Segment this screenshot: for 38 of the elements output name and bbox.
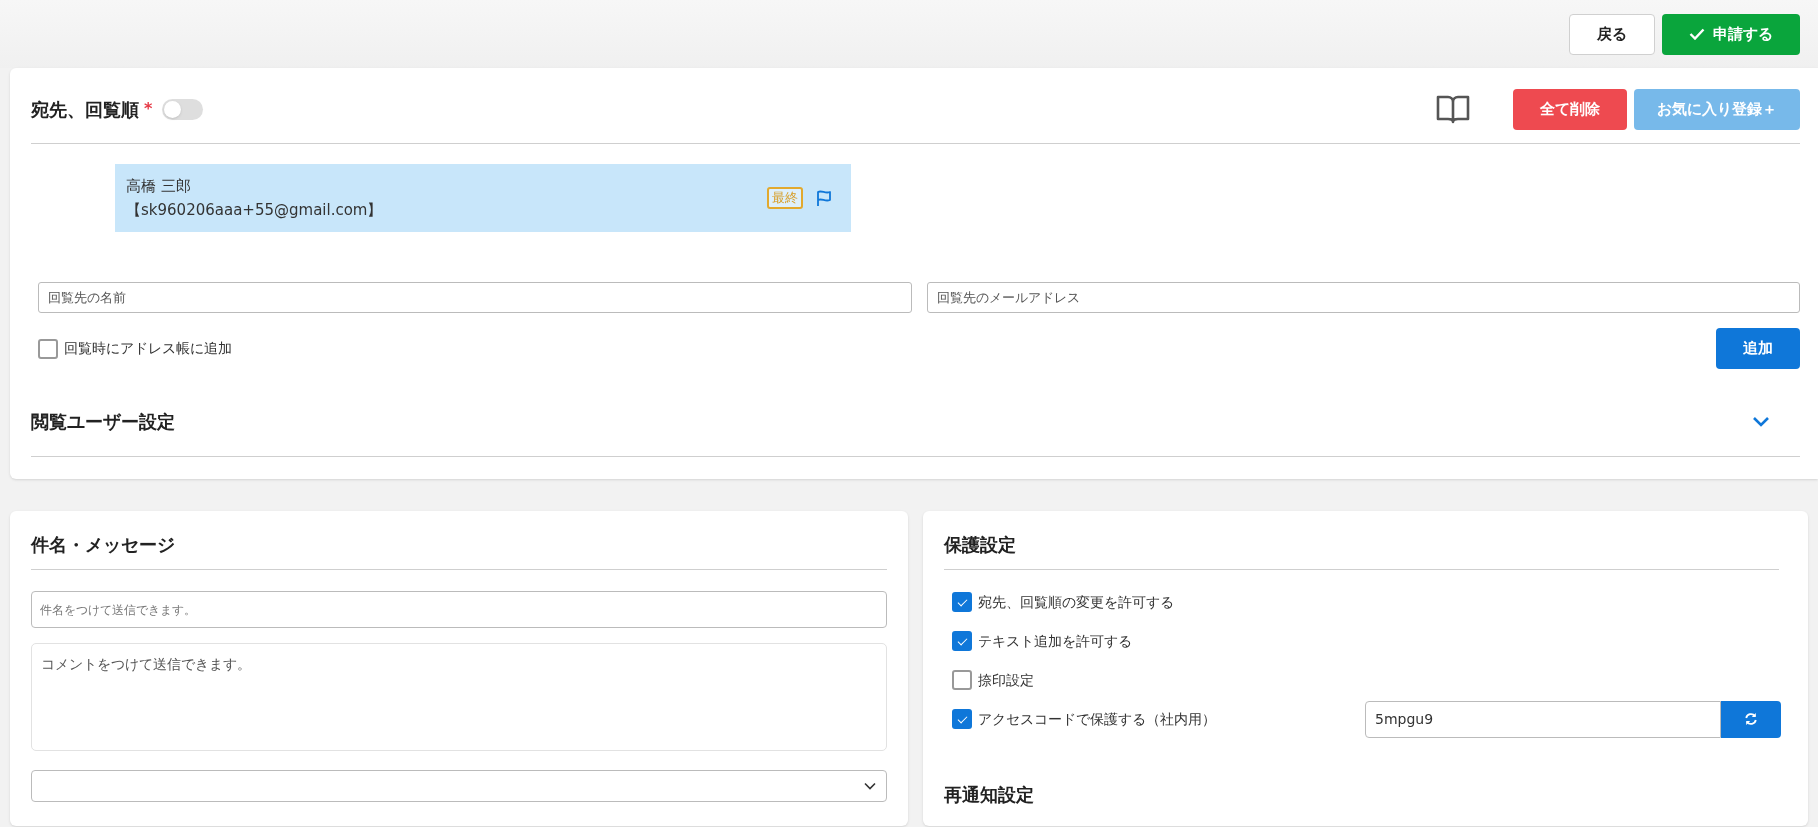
checkbox[interactable] [38,338,58,359]
checkbox-label: アクセスコードで保護する（社内用） [978,709,1216,729]
submit-button[interactable]: 申請する [1662,13,1800,55]
subject-input[interactable]: 件名をつけて送信できます。 [31,591,887,628]
access-code-input[interactable]: 5mpgu9 [1365,700,1721,738]
checkbox-label: テキスト追加を許可する [978,631,1132,651]
final-badge: 最終 [767,187,803,209]
recipient-name: 高橋 三郎 [126,176,192,197]
refresh-icon [1744,712,1758,726]
toggle-switch[interactable] [162,98,204,120]
back-button[interactable]: 戻る [1569,13,1655,55]
section-title: 再通知設定 [944,784,1034,805]
select-field[interactable] [31,770,887,802]
book-icon[interactable] [1436,94,1470,124]
recipient-email: 【sk960206aaa+55@gmail.com】 [126,200,383,221]
chevron-icon[interactable] [1752,416,1770,427]
recipient-card[interactable]: 高橋 三郎 【sk960206aaa+55@gmail.com】 最終 [115,164,851,232]
section-title: 宛先、回覧順 [31,97,139,122]
check-icon [1689,28,1705,40]
comment-textarea[interactable]: コメントをつけて送信できます。 [31,643,887,751]
checkbox-label: 捺印設定 [978,670,1034,690]
section-title: 保護設定 [944,534,1016,555]
section-title: 件名・メッセージ [31,534,175,555]
section-title: 閲覧ユーザー設定 [31,410,175,434]
name-input[interactable]: 回覧先の名前 [38,282,912,313]
flag-icon[interactable] [816,189,832,207]
email-input[interactable]: 回覧先のメールアドレス [926,282,1800,313]
add-button[interactable]: 追加 [1716,328,1800,369]
checkbox-label: 宛先、回覧順の変更を許可する [978,592,1174,612]
checkbox[interactable] [952,709,972,729]
chevron-icon [864,782,876,790]
required-mark: * [144,98,153,120]
checkbox-label: 回覧時にアドレス帳に追加 [64,339,232,358]
refresh-button[interactable] [1721,700,1781,738]
checkbox[interactable] [952,592,972,612]
checkbox[interactable] [952,670,972,690]
delete-all-button[interactable]: 全て削除 [1513,88,1627,130]
checkbox[interactable] [952,631,972,651]
